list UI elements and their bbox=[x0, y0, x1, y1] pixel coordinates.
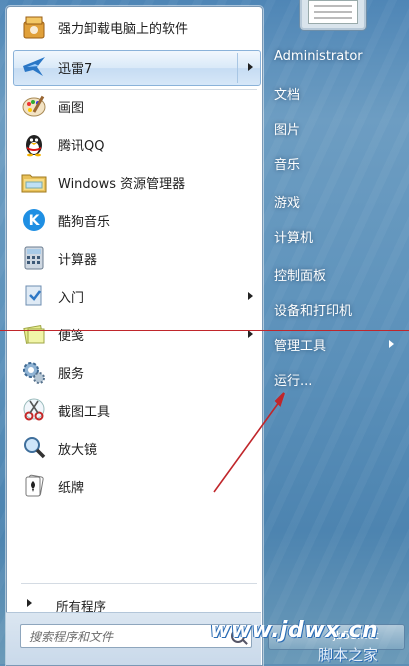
watermark-sub: 脚本之家 bbox=[318, 646, 379, 664]
watermark-main: www.jdwx.cn bbox=[210, 618, 379, 643]
watermark: www.jdwx.cn 脚本之家 bbox=[210, 618, 379, 664]
annotation-arrow bbox=[213, 392, 285, 493]
